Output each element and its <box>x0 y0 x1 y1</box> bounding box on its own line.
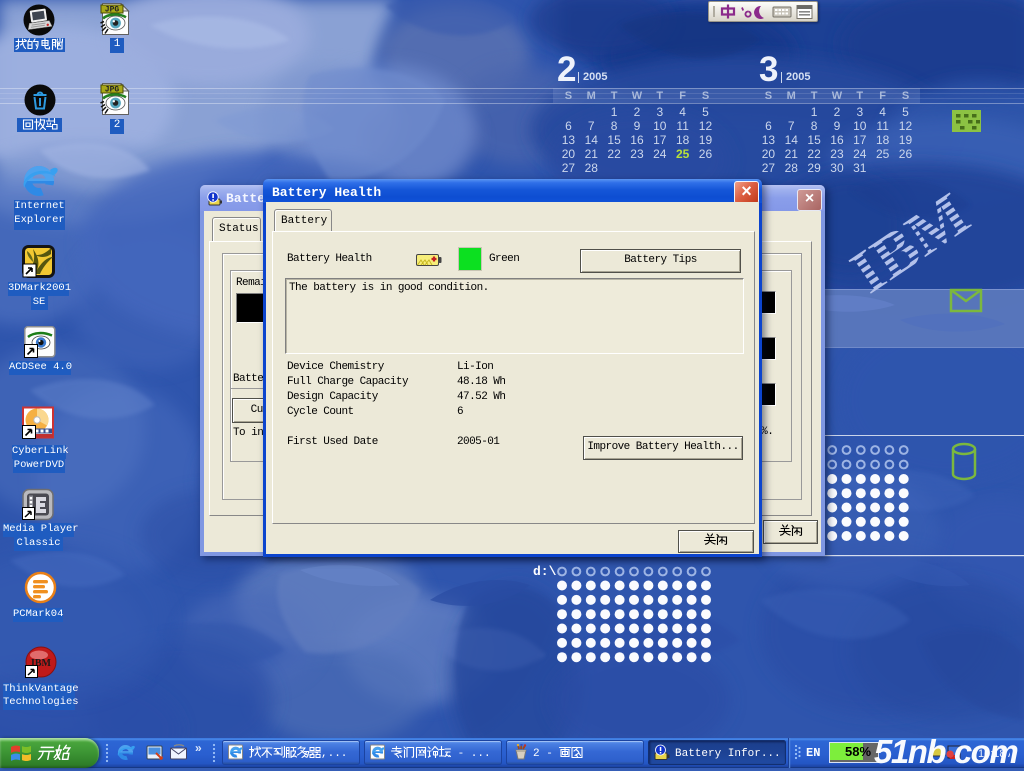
svg-text:»: » <box>195 741 202 755</box>
